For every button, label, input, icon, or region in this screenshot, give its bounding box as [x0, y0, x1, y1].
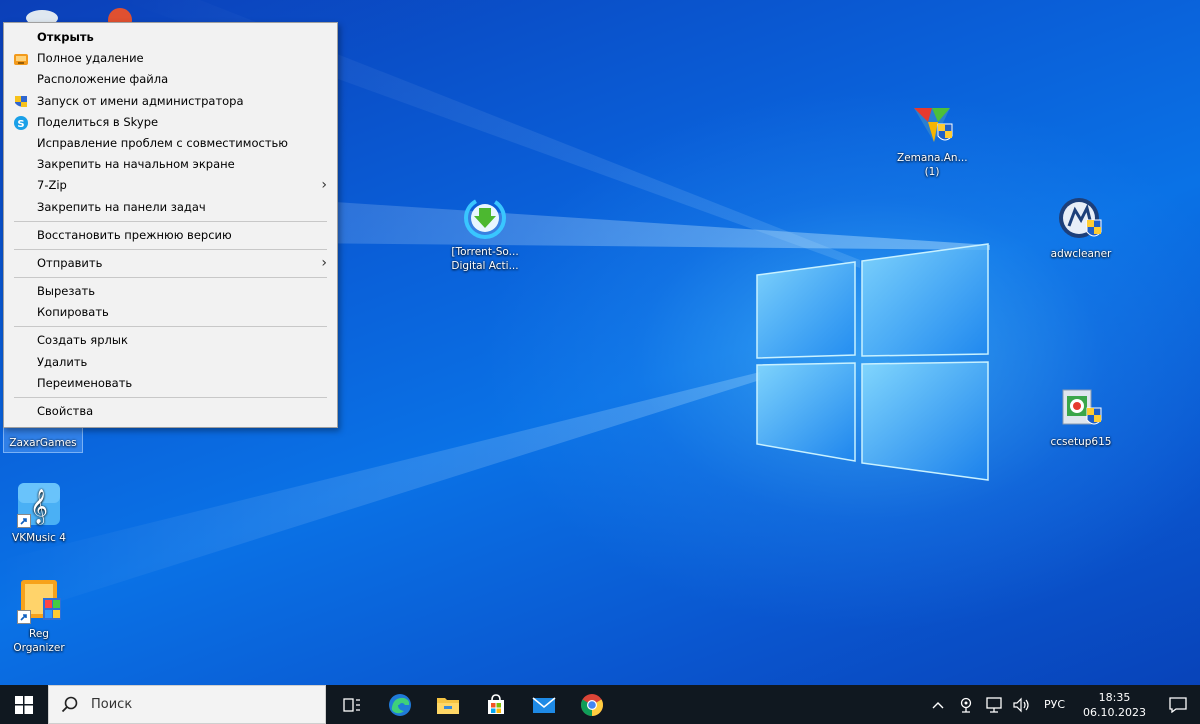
- menu-item-file-location[interactable]: Расположение файла: [4, 69, 337, 90]
- chevron-right-icon: ›: [321, 254, 327, 271]
- menu-item-copy[interactable]: Копировать: [4, 302, 337, 323]
- taskbar-mail[interactable]: [520, 685, 568, 724]
- ccleaner-setup-icon: [1057, 384, 1105, 432]
- uninstall-icon: [13, 51, 29, 67]
- desktop-icon-vkmusic[interactable]: 𝄞 VKMusic 4: [0, 480, 78, 545]
- menu-separator: [14, 248, 327, 250]
- desktop-icon-label: Zemana.An... (1): [897, 152, 968, 178]
- task-view-button[interactable]: [328, 685, 376, 724]
- clock-date: 06.10.2023: [1083, 705, 1146, 719]
- menu-item-rename[interactable]: Переименовать: [4, 373, 337, 394]
- taskbar: Поиск РУС 18:35 06.10.2023: [0, 685, 1200, 724]
- show-hidden-icons-button[interactable]: [924, 685, 952, 724]
- desktop-icon-partial[interactable]: [4, 4, 82, 26]
- chevron-up-icon: [932, 701, 944, 708]
- menu-item-run-as-admin[interactable]: Запуск от имени администратора: [4, 91, 337, 112]
- store-icon: [488, 693, 504, 714]
- webcam-icon: [960, 697, 972, 713]
- menu-item-share-skype[interactable]: S Поделиться в Skype: [4, 112, 337, 133]
- menu-item-delete[interactable]: Удалить: [4, 352, 337, 373]
- menu-item-properties[interactable]: Свойства: [4, 401, 337, 422]
- svg-text:S: S: [17, 119, 24, 130]
- tray-network-button[interactable]: [980, 685, 1008, 724]
- torrent-download-icon: [461, 194, 509, 242]
- desktop-icon-label: [Torrent-So... Digital Acti...: [451, 246, 519, 272]
- desktop-icon-label: ZaxarGames: [9, 437, 77, 449]
- desktop-icon-ccsetup[interactable]: ccsetup615: [1042, 384, 1120, 449]
- admin-shield-icon: [13, 94, 29, 110]
- menu-item-restore-previous[interactable]: Восстановить прежнюю версию: [4, 225, 337, 246]
- desktop-icon-label: ccsetup615: [1050, 436, 1112, 448]
- folder-icon: [437, 697, 459, 714]
- edge-icon: [389, 693, 411, 716]
- desktop-icon-zemana[interactable]: Zemana.An... (1): [893, 100, 971, 179]
- chrome-icon: [581, 693, 603, 716]
- task-view-icon: [343, 697, 360, 712]
- menu-item-pin-taskbar[interactable]: Закрепить на панели задач: [4, 197, 337, 218]
- action-center-button[interactable]: [1156, 685, 1200, 724]
- system-tray: РУС 18:35 06.10.2023: [924, 685, 1200, 724]
- menu-separator: [14, 277, 327, 279]
- desktop-icon-zaxargames[interactable]: ZaxarGames: [3, 427, 83, 453]
- volume-icon: [1013, 697, 1029, 712]
- taskbar-chrome[interactable]: [568, 685, 616, 724]
- input-language-indicator[interactable]: РУС: [1036, 698, 1073, 711]
- desktop-icon-torrent[interactable]: [Torrent-So... Digital Acti...: [446, 194, 524, 273]
- menu-item-full-uninstall[interactable]: Полное удаление: [4, 48, 337, 69]
- menu-separator: [14, 326, 327, 328]
- zemana-antimalware-icon: [908, 100, 956, 148]
- menu-separator: [14, 397, 327, 398]
- menu-item-cut[interactable]: Вырезать: [4, 281, 337, 302]
- search-icon: [61, 696, 78, 712]
- vkmusic-icon: 𝄞: [15, 480, 63, 528]
- clock[interactable]: 18:35 06.10.2023: [1073, 690, 1156, 720]
- desktop-icon-label: Reg Organizer: [13, 628, 65, 654]
- network-icon: [986, 696, 1002, 713]
- menu-item-compat-troubleshoot[interactable]: Исправление проблем с совместимостью: [4, 133, 337, 154]
- desktop-icon-reg-organizer[interactable]: Reg Organizer: [0, 576, 78, 655]
- taskbar-file-explorer[interactable]: [424, 685, 472, 724]
- notification-icon: [1169, 696, 1187, 713]
- search-box[interactable]: Поиск: [48, 685, 326, 724]
- taskbar-edge[interactable]: [376, 685, 424, 724]
- tray-volume-button[interactable]: [1008, 685, 1036, 724]
- adwcleaner-icon: [1057, 196, 1105, 244]
- start-button[interactable]: [0, 685, 48, 724]
- desktop-icon-partial-2[interactable]: [82, 4, 160, 32]
- menu-item-7zip[interactable]: 7-Zip ›: [4, 175, 337, 196]
- menu-item-open[interactable]: Открыть: [4, 27, 337, 48]
- menu-separator: [14, 220, 327, 222]
- chevron-right-icon: ›: [321, 177, 327, 194]
- desktop-icon-label: adwcleaner: [1050, 248, 1112, 260]
- menu-item-create-shortcut[interactable]: Создать ярлык: [4, 330, 337, 351]
- menu-item-send-to[interactable]: Отправить ›: [4, 253, 337, 274]
- reg-organizer-icon: [15, 576, 63, 624]
- clock-time: 18:35: [1098, 690, 1131, 704]
- search-placeholder: Поиск: [91, 697, 133, 712]
- menu-item-pin-start[interactable]: Закрепить на начальном экране: [4, 154, 337, 175]
- windows-icon: [15, 695, 33, 714]
- tray-webcam-button[interactable]: [952, 685, 980, 724]
- context-menu: Открыть Полное удаление Расположение фай…: [3, 22, 338, 428]
- skype-icon: S: [13, 115, 29, 131]
- mail-icon: [532, 696, 556, 713]
- svg-text:𝄞: 𝄞: [30, 489, 48, 525]
- taskbar-store[interactable]: [472, 685, 520, 724]
- desktop-icon-label: VKMusic 4: [12, 532, 66, 544]
- desktop-icon-adwcleaner[interactable]: adwcleaner: [1042, 196, 1120, 261]
